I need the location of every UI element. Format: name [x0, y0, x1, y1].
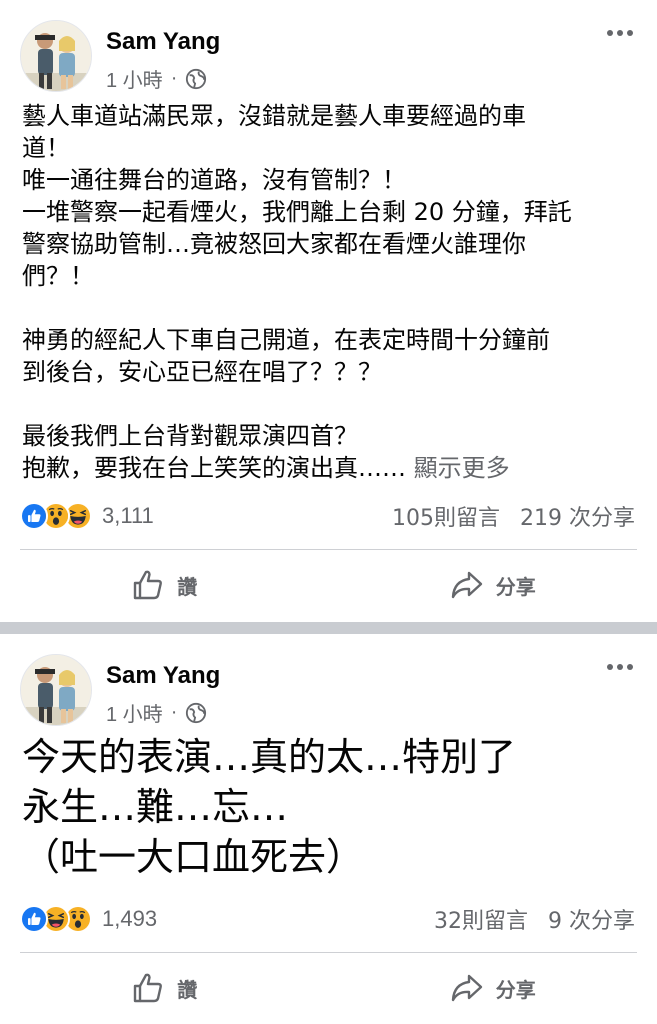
like-icon [20, 905, 48, 933]
reactions-summary[interactable]: 1,493 [20, 905, 157, 933]
globe-icon[interactable] [185, 702, 207, 724]
comment-count[interactable]: 32則留言 [434, 903, 528, 935]
more-options-icon[interactable] [607, 664, 633, 670]
like-label: 讚 [177, 977, 198, 1002]
reaction-stats: 3,111 105則留言 219 次分享 [20, 500, 635, 532]
like-label: 讚 [177, 574, 198, 599]
share-label: 分享 [495, 574, 536, 599]
thumbs-up-icon [131, 568, 165, 602]
action-bar: 讚 分享 [0, 958, 657, 1018]
share-label: 分享 [495, 977, 536, 1002]
action-bar: 讚 分享 [0, 555, 657, 615]
post-meta: 1 小時 · [106, 698, 207, 727]
post: Sam Yang 1 小時 · 藝人車道站滿民眾，沒錯就是藝人車要經過的車 道！… [0, 0, 657, 622]
like-button[interactable]: 讚 [0, 958, 329, 1018]
divider [20, 549, 637, 550]
like-icon [20, 502, 48, 530]
post-text: 藝人車道站滿民眾，沒錯就是藝人車要經過的車 道！ 唯一通往舞台的道路，沒有管制？… [22, 100, 642, 484]
author-avatar[interactable] [20, 654, 92, 726]
post-separator [0, 622, 657, 634]
comment-count[interactable]: 105則留言 [392, 500, 500, 532]
author-avatar[interactable] [20, 20, 92, 92]
reaction-count: 3,111 [102, 503, 154, 528]
post-time[interactable]: 1 小時 [106, 698, 163, 727]
post-meta: 1 小時 · [106, 64, 207, 93]
share-arrow-icon [450, 971, 484, 1005]
author-name[interactable]: Sam Yang [106, 662, 220, 690]
meta-separator: · [170, 67, 178, 89]
post-text: 今天的表演…真的太…特別了 永生…難…忘… （吐一大口血死去） [22, 735, 517, 879]
globe-icon[interactable] [185, 68, 207, 90]
reaction-stats: 1,493 32則留言 9 次分享 [20, 903, 635, 935]
share-count[interactable]: 219 次分享 [520, 500, 635, 532]
author-name[interactable]: Sam Yang [106, 28, 220, 56]
more-options-icon[interactable] [607, 30, 633, 36]
divider [20, 952, 637, 953]
share-button[interactable]: 分享 [329, 958, 657, 1018]
post: Sam Yang 1 小時 · 今天的表演…真的太…特別了 永生…難…忘… （吐… [0, 634, 657, 1024]
reaction-count: 1,493 [102, 906, 158, 931]
meta-separator: · [170, 701, 178, 723]
share-count[interactable]: 9 次分享 [548, 903, 635, 935]
post-time[interactable]: 1 小時 [106, 64, 163, 93]
see-more-link[interactable]: 顯示更多 [406, 454, 510, 482]
reactions-summary[interactable]: 3,111 [20, 502, 154, 530]
like-button[interactable]: 讚 [0, 555, 329, 615]
thumbs-up-icon [131, 971, 165, 1005]
share-button[interactable]: 分享 [329, 555, 657, 615]
post-body: 藝人車道站滿民眾，沒錯就是藝人車要經過的車 道！ 唯一通往舞台的道路，沒有管制？… [22, 102, 572, 482]
share-arrow-icon [450, 568, 484, 602]
